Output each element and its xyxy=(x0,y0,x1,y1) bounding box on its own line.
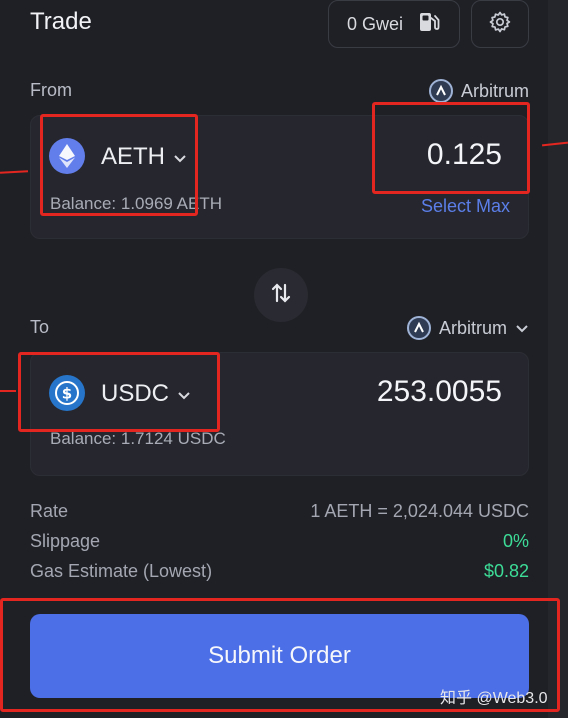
swap-arrows-icon xyxy=(268,280,294,311)
gear-icon xyxy=(488,10,512,39)
from-label: From xyxy=(30,80,72,100)
slippage-row: Slippage 0% xyxy=(30,531,529,552)
slippage-value: 0% xyxy=(502,531,529,551)
arbitrum-icon xyxy=(406,316,431,340)
arbitrum-icon xyxy=(428,79,453,103)
settings-button[interactable] xyxy=(471,0,529,48)
rate-value: 1 AETH = 2,024.044 USDC xyxy=(310,501,529,521)
chevron-down-icon xyxy=(515,318,529,339)
from-network-label: Arbitrum xyxy=(460,80,529,101)
annotation-box-from-token xyxy=(40,114,198,216)
watermark: 知乎 @Web3.0 xyxy=(440,690,548,707)
to-amount-output: 253.0055 xyxy=(376,375,502,408)
annotation-line xyxy=(0,390,16,392)
to-balance: Balance: 1.7124 USDC xyxy=(50,429,226,448)
annotation-box-from-amount xyxy=(372,102,530,194)
slippage-label: Slippage xyxy=(30,531,101,551)
page-title: Trade xyxy=(30,8,92,35)
to-network-label: Arbitrum xyxy=(438,317,507,338)
gas-estimate-row: Gas Estimate (Lowest) $0.82 xyxy=(30,561,529,582)
annotation-box-to-token xyxy=(18,352,220,432)
rate-row: Rate 1 AETH = 2,024.044 USDC xyxy=(30,501,529,522)
gas-estimate-label: Gas Estimate (Lowest) xyxy=(30,561,213,581)
gas-price-button[interactable]: 0 Gwei xyxy=(328,0,460,48)
to-label: To xyxy=(30,317,50,337)
rate-label: Rate xyxy=(30,501,69,521)
from-network-selector[interactable]: Arbitrum xyxy=(428,79,529,103)
gas-price-label: 0 Gwei xyxy=(347,13,404,34)
gas-estimate-value: $0.82 xyxy=(483,561,529,581)
to-network-selector[interactable]: Arbitrum xyxy=(406,316,529,340)
fuel-pump-icon xyxy=(417,10,441,39)
swap-direction-button[interactable] xyxy=(254,268,308,322)
select-max-link[interactable]: Select Max xyxy=(421,196,510,217)
